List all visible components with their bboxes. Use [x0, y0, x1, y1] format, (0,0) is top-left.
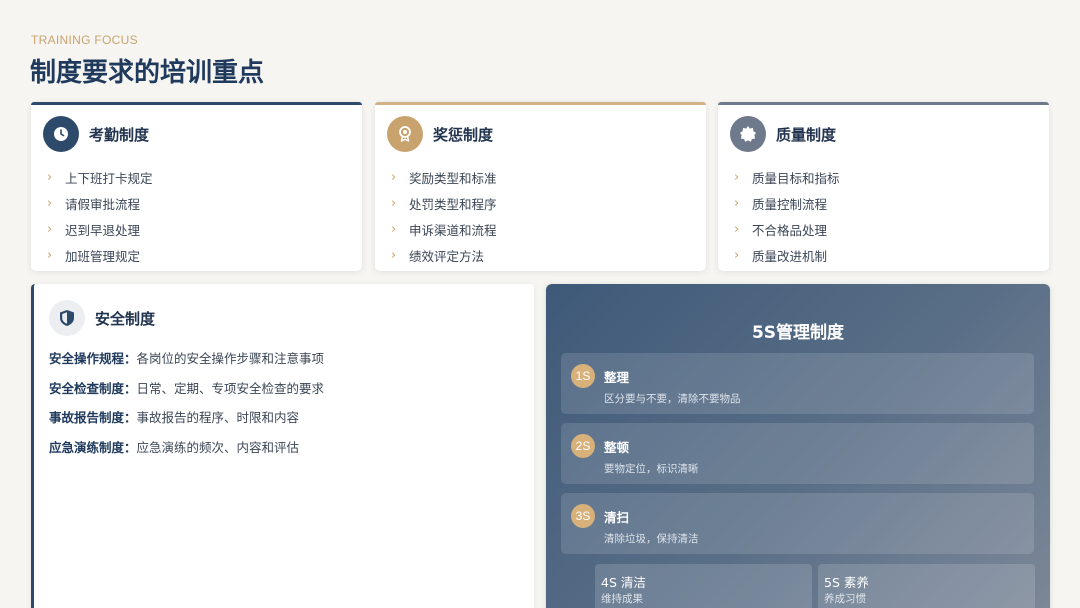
- chevron-right-icon: ›: [391, 195, 397, 211]
- chevron-right-icon: ›: [391, 221, 397, 237]
- five-s-panel: 5S管理制度 1S 整理 区分要与不要，清除不要物品 2S 整顿 要物定位，标识…: [546, 284, 1050, 608]
- list-item: › 上下班打卡规定: [47, 169, 153, 186]
- chevron-right-icon: ›: [47, 169, 53, 185]
- rule-text: 事故报告的程序、时限和内容: [136, 410, 300, 425]
- step-badge: 2S: [571, 434, 595, 458]
- safety-title: 安全制度: [95, 309, 156, 328]
- card-accent-bar: [718, 102, 1049, 105]
- five-s-mini-card: 4S 清洁 维持成果: [595, 564, 812, 608]
- card-accent-bar: [31, 102, 362, 105]
- list-item: › 质量目标和指标: [734, 169, 840, 186]
- list-item: › 加班管理规定: [47, 247, 141, 264]
- safety-rule-list: 安全操作规程：各岗位的安全操作步骤和注意事项 安全检查制度：日常、定期、专项安全…: [49, 348, 324, 466]
- chevron-right-icon: ›: [734, 247, 740, 263]
- step-desc: 要物定位，标识清晰: [604, 463, 699, 475]
- five-s-step: 2S 整顿 要物定位，标识清晰: [561, 423, 1034, 484]
- list-item: › 不合格品处理: [734, 221, 828, 238]
- eyebrow-label: TRAINING FOCUS: [31, 33, 138, 47]
- chevron-right-icon: ›: [391, 169, 397, 185]
- card-item-list: › 上下班打卡规定 › 请假审批流程 › 迟到早退处理 › 加班管理规定: [47, 164, 153, 268]
- chevron-right-icon: ›: [734, 169, 740, 185]
- mini-name: 5S 素养: [824, 575, 869, 590]
- list-item: › 处罚类型和程序: [391, 195, 497, 212]
- step-desc: 区分要与不要，清除不要物品: [604, 393, 741, 405]
- chevron-right-icon: ›: [47, 247, 53, 263]
- badge-icon: [730, 116, 766, 152]
- mini-desc: 维持成果: [601, 593, 643, 605]
- rule-text: 各岗位的安全操作步骤和注意事项: [136, 351, 325, 366]
- five-s-step: 3S 清扫 清除垃圾，保持清洁: [561, 493, 1034, 554]
- safety-rule-row: 应急演练制度：应急演练的频次、内容和评估: [49, 437, 324, 467]
- card-title: 考勤制度: [89, 125, 150, 144]
- card-quality: 质量制度 › 质量目标和指标 › 质量控制流程 › 不合格品处理 › 质量改进机制: [718, 102, 1049, 271]
- rule-label: 应急演练制度：: [49, 439, 137, 455]
- page-title: 制度要求的培训重点: [30, 58, 265, 88]
- chevron-right-icon: ›: [47, 195, 53, 211]
- rule-label: 事故报告制度：: [49, 410, 137, 425]
- list-item: › 迟到早退处理: [47, 221, 141, 238]
- list-item: › 质量改进机制: [734, 247, 828, 264]
- step-name: 整顿: [604, 440, 630, 455]
- card-item-list: › 奖励类型和标准 › 处罚类型和程序 › 申诉渠道和流程 › 绩效评定方法: [391, 164, 497, 268]
- list-item: › 请假审批流程: [47, 195, 141, 212]
- step-badge: 3S: [571, 504, 595, 528]
- chevron-right-icon: ›: [734, 195, 740, 211]
- award-icon: [387, 116, 423, 152]
- five-s-step: 1S 整理 区分要与不要，清除不要物品: [561, 353, 1034, 414]
- chevron-right-icon: ›: [47, 221, 53, 237]
- chevron-right-icon: ›: [391, 247, 397, 263]
- safety-panel: 安全制度 安全操作规程：各岗位的安全操作步骤和注意事项 安全检查制度：日常、定期…: [31, 284, 534, 608]
- clock-icon: [43, 116, 79, 152]
- card-title: 质量制度: [776, 125, 837, 144]
- safety-rule-row: 安全操作规程：各岗位的安全操作步骤和注意事项: [49, 348, 324, 378]
- list-item: › 奖励类型和标准: [391, 169, 497, 186]
- card-rewards: 奖惩制度 › 奖励类型和标准 › 处罚类型和程序 › 申诉渠道和流程 › 绩效评定方法: [375, 102, 706, 271]
- rule-label: 安全检查制度：: [49, 380, 137, 396]
- card-accent-bar: [375, 102, 706, 105]
- card-attendance: 考勤制度 › 上下班打卡规定 › 请假审批流程 › 迟到早退处理 › 加班管理规定: [31, 102, 362, 271]
- mini-desc: 养成习惯: [824, 593, 866, 605]
- step-name: 清扫: [604, 510, 630, 525]
- step-desc: 清除垃圾，保持清洁: [604, 533, 699, 545]
- rule-text: 日常、定期、专项安全检查的要求: [136, 380, 325, 396]
- shield-icon: [49, 300, 85, 336]
- list-item: › 质量控制流程: [734, 195, 828, 212]
- five-s-mini-card: 5S 素养 养成习惯: [818, 564, 1035, 608]
- chevron-right-icon: ›: [734, 221, 740, 237]
- safety-rule-row: 事故报告制度：事故报告的程序、时限和内容: [49, 407, 324, 437]
- rule-text: 应急演练的频次、内容和评估: [136, 439, 300, 455]
- safety-rule-row: 安全检查制度：日常、定期、专项安全检查的要求: [49, 378, 324, 408]
- list-item: › 绩效评定方法: [391, 247, 485, 264]
- step-badge: 1S: [571, 364, 595, 388]
- card-title: 奖惩制度: [433, 125, 494, 144]
- mini-name: 4S 清洁: [601, 575, 646, 590]
- rule-label: 安全操作规程：: [49, 351, 137, 366]
- card-item-list: › 质量目标和指标 › 质量控制流程 › 不合格品处理 › 质量改进机制: [734, 164, 840, 268]
- list-item: › 申诉渠道和流程: [391, 221, 497, 238]
- step-name: 整理: [604, 370, 630, 385]
- five-s-title: 5S管理制度: [751, 323, 845, 343]
